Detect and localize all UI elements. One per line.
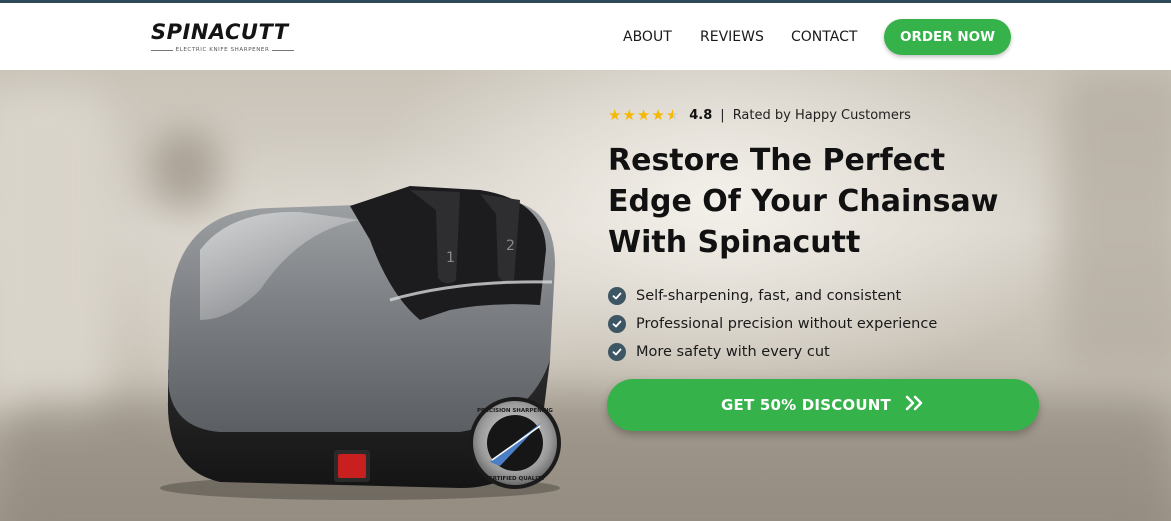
- feature-item: Professional precision without experienc…: [608, 310, 937, 338]
- seal-bottom-text: CERTIFIED QUALITY: [485, 476, 546, 482]
- star-icon: ★: [651, 105, 665, 124]
- slot-label-2: 2: [506, 238, 515, 254]
- background-blur: [1060, 70, 1171, 370]
- feature-text: More safety with every cut: [636, 344, 830, 360]
- background-blur: [0, 90, 110, 420]
- feature-text: Professional precision without experienc…: [636, 316, 938, 332]
- half-star-icon: ★: [665, 105, 680, 124]
- brand-tagline-row: ELECTRIC KNIFE SHARPENER: [151, 47, 295, 53]
- rating-text: Rated by Happy Customers: [732, 107, 911, 123]
- feature-text: Self-sharpening, fast, and consistent: [636, 288, 902, 304]
- order-now-button[interactable]: ORDER NOW: [884, 19, 1011, 55]
- nav-link-contact[interactable]: CONTACT: [791, 29, 857, 45]
- headline-line: Edge Of Your Chainsaw: [608, 184, 999, 219]
- feature-item: Self-sharpening, fast, and consistent: [608, 282, 937, 310]
- rating-value: 4.8: [689, 107, 713, 123]
- double-chevron-right-icon: [905, 395, 925, 415]
- headline-line: With Spinacutt: [608, 225, 861, 260]
- star-icon: ★: [608, 105, 622, 124]
- seal-top-text: PRECISION SHARPENING: [477, 408, 553, 414]
- check-icon: [608, 315, 626, 333]
- check-icon: [608, 287, 626, 305]
- tagline-rule: [272, 49, 295, 51]
- star-rating: ★ ★ ★ ★ ★: [608, 105, 680, 124]
- brand-name: SPINACUTT: [151, 20, 289, 44]
- brand-tagline: ELECTRIC KNIFE SHARPENER: [175, 47, 270, 53]
- feature-list: Self-sharpening, fast, and consistent Pr…: [608, 282, 937, 366]
- get-discount-button[interactable]: GET 50% DISCOUNT: [607, 379, 1039, 431]
- tagline-rule: [151, 49, 173, 51]
- rating-separator: |: [720, 107, 725, 123]
- slot-label-1: 1: [446, 250, 455, 266]
- feature-item: More safety with every cut: [608, 338, 937, 366]
- nav-link-about[interactable]: ABOUT: [623, 29, 672, 45]
- nav-link-reviews[interactable]: REVIEWS: [700, 29, 764, 45]
- headline-line: Restore The Perfect: [608, 143, 946, 178]
- check-icon: [608, 343, 626, 361]
- hero-section: 1 2 PRECISION SHARPENING CERTIFIED QUALI…: [0, 70, 1171, 521]
- rating-row: ★ ★ ★ ★ ★ 4.8 | Rated by Happy Customers: [608, 106, 911, 124]
- star-icon: ★: [622, 105, 636, 124]
- cta-label: GET 50% DISCOUNT: [721, 396, 891, 414]
- star-icon: ★: [636, 105, 651, 124]
- product-image: 1 2 PRECISION SHARPENING CERTIFIED QUALI…: [160, 186, 561, 500]
- site-header: SPINACUTT ELECTRIC KNIFE SHARPENER ABOUT…: [0, 0, 1171, 70]
- brand-logo[interactable]: SPINACUTT ELECTRIC KNIFE SHARPENER: [151, 20, 301, 60]
- hero-headline: Restore The Perfect Edge Of Your Chainsa…: [608, 140, 1028, 263]
